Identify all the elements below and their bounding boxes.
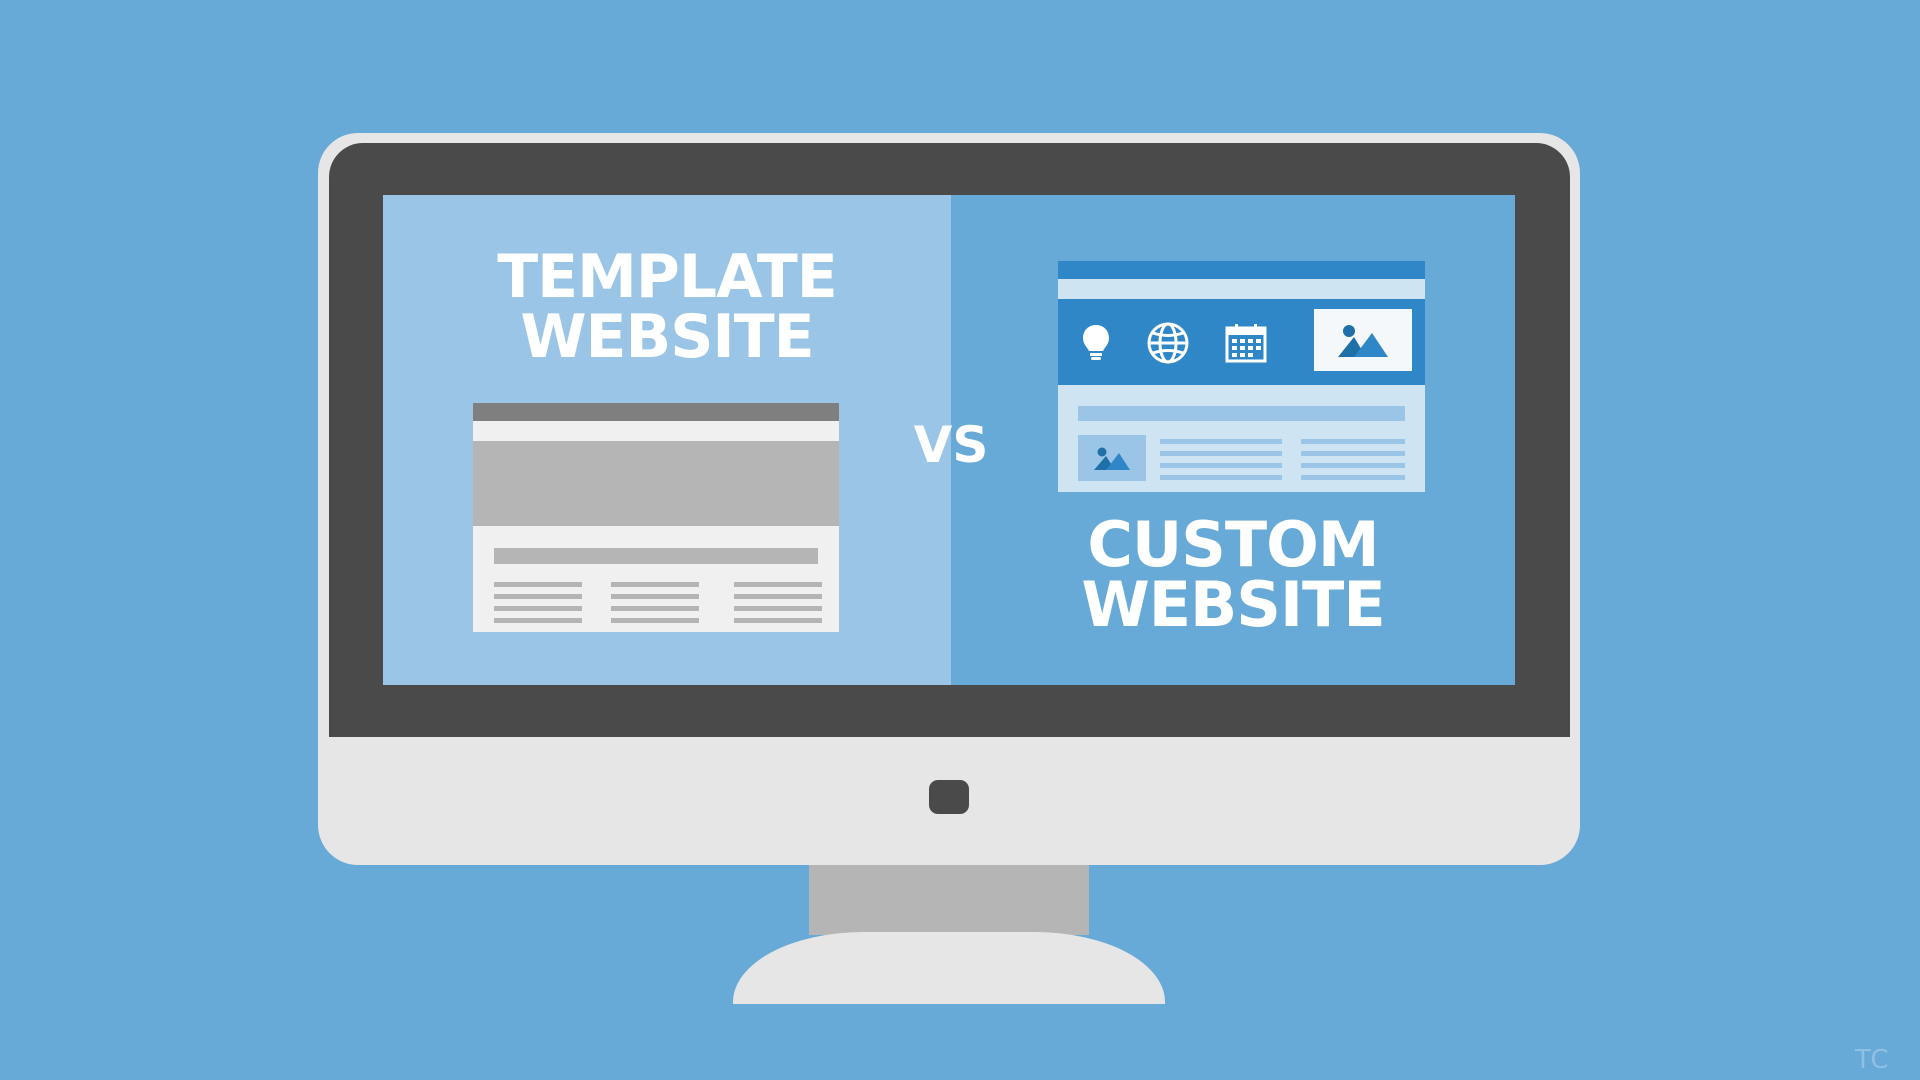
template-text-column (734, 582, 822, 630)
calendar-icon (1222, 319, 1270, 367)
versus-label: VS (913, 416, 989, 474)
monitor-screen: TEMPLATE WEBSITE VS CUSTOM WEBSITE (383, 195, 1515, 685)
custom-website-heading: CUSTOM WEBSITE (951, 508, 1515, 641)
template-text-column (494, 582, 582, 630)
custom-website-mockup (1058, 261, 1425, 492)
monitor-camera (929, 780, 969, 814)
template-hero-block (473, 441, 839, 526)
monitor-stand-base (733, 932, 1165, 1004)
custom-text-column (1301, 439, 1405, 487)
template-content-bar (494, 548, 818, 564)
custom-content-area (1058, 385, 1425, 492)
custom-text-column (1160, 439, 1282, 487)
lightbulb-icon (1072, 319, 1120, 367)
watermark: TC (1855, 1045, 1890, 1075)
template-heading-line-1: TEMPLATE (497, 242, 838, 312)
custom-heading-line-1: CUSTOM (1087, 508, 1379, 581)
template-text-column (611, 582, 699, 630)
globe-icon (1144, 319, 1192, 367)
template-content-area (473, 526, 839, 632)
custom-feature-band (1058, 299, 1425, 385)
custom-nav-bar (1058, 279, 1425, 299)
custom-top-bar (1058, 261, 1425, 279)
image-icon (1314, 309, 1412, 371)
template-nav-bar (473, 421, 839, 441)
template-website-heading: TEMPLATE WEBSITE (383, 247, 951, 367)
image-thumbnail-icon (1078, 435, 1146, 481)
template-website-mockup (473, 403, 839, 632)
custom-content-bar (1078, 406, 1405, 421)
monitor-stand-neck (809, 865, 1089, 935)
template-heading-line-2: WEBSITE (520, 302, 814, 372)
template-top-bar (473, 403, 839, 421)
custom-heading-line-2: WEBSITE (1081, 568, 1385, 641)
